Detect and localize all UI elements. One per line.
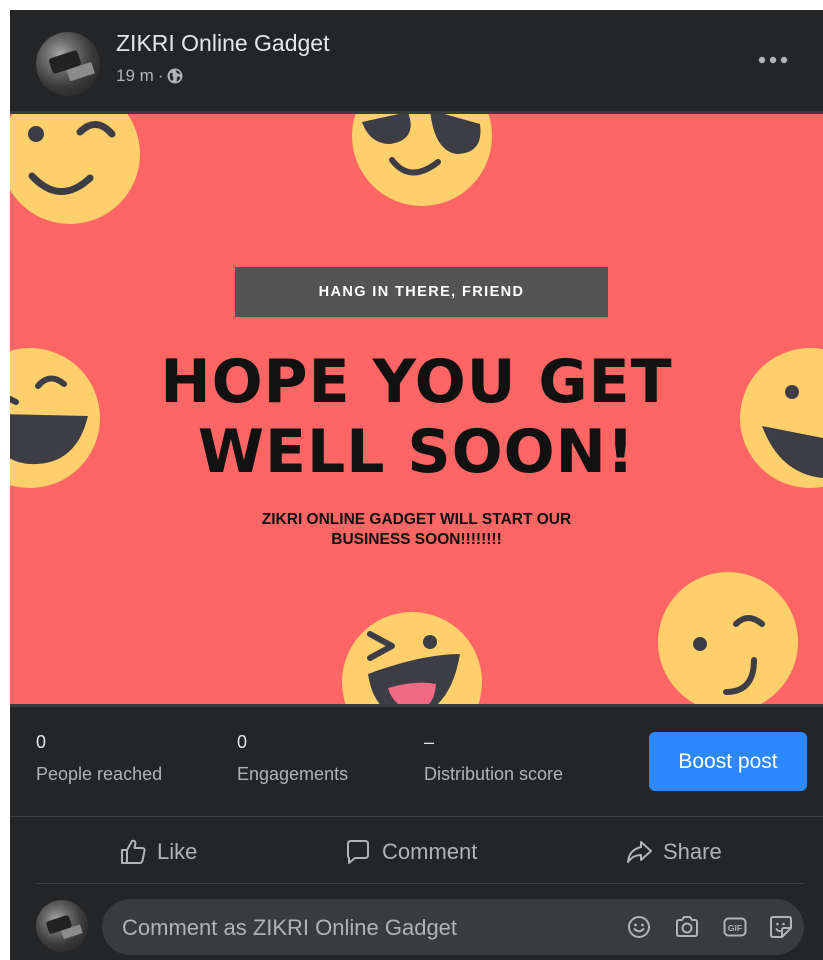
share-icon (627, 841, 652, 863)
sticker-icon[interactable] (768, 914, 794, 940)
post-time[interactable]: 19 m (116, 66, 154, 86)
headline-line-2: WELL SOON! (197, 417, 636, 487)
people-reached-label: People reached (36, 764, 163, 784)
subline-line-2: BUSINESS SOON!!!!!!!! (331, 531, 502, 548)
comment-label: Comment (382, 839, 478, 864)
like-button[interactable]: Like (119, 828, 197, 876)
subline-line-1: ZIKRI ONLINE GADGET WILL START OUR (261, 511, 572, 528)
comment-button[interactable]: Comment (344, 828, 477, 876)
divider (36, 883, 804, 884)
comment-placeholder: Comment as ZIKRI Online Gadget (122, 915, 458, 940)
comment-icon (347, 840, 369, 864)
more-dots-icon (758, 56, 788, 64)
wink-face-bottom-right (658, 572, 798, 704)
page-name[interactable]: ZIKRI Online Gadget (116, 30, 330, 57)
emoji-icon[interactable] (626, 914, 652, 940)
boost-post-button[interactable]: Boost post (649, 732, 807, 791)
share-button[interactable]: Share (625, 828, 722, 876)
image-headline: HOPE YOU GET WELL SOON! (10, 347, 823, 487)
tongue-out-face (342, 612, 482, 704)
wink-face-top-left (10, 114, 140, 224)
gif-icon[interactable]: GIF (722, 914, 748, 940)
image-subline: ZIKRI ONLINE GADGET WILL START OUR BUSIN… (10, 510, 823, 550)
stat-engagements[interactable]: 0 Engagements (237, 732, 348, 785)
stat-distribution-score[interactable]: – Distribution score (424, 732, 563, 785)
divider (10, 816, 823, 817)
post-image[interactable]: HANG IN THERE, FRIEND HOPE YOU GET WELL … (10, 111, 823, 707)
share-label: Share (663, 839, 722, 864)
like-label: Like (157, 839, 198, 864)
globe-icon[interactable] (167, 68, 183, 84)
post-meta: 19 m · (116, 66, 183, 86)
distribution-score-label: Distribution score (424, 764, 564, 784)
commenter-avatar[interactable] (36, 900, 88, 952)
meta-separator: · (157, 66, 164, 85)
engagements-label: Engagements (237, 764, 349, 784)
camera-icon[interactable] (674, 914, 700, 940)
stat-people-reached[interactable]: 0 People reached (36, 732, 162, 785)
more-options-button[interactable] (753, 48, 793, 72)
people-reached-value: 0 (36, 732, 47, 752)
distribution-score-value: – (424, 732, 435, 752)
headline-line-1: HOPE YOU GET (160, 347, 673, 417)
page-avatar[interactable] (36, 32, 100, 96)
svg-text:GIF: GIF (728, 923, 742, 933)
post-card: ZIKRI Online Gadget 19 m · HANG IN THERE… (10, 10, 823, 960)
comment-input[interactable]: Comment as ZIKRI Online Gadget GIF (102, 899, 804, 955)
image-banner: HANG IN THERE, FRIEND (235, 267, 608, 317)
like-icon (121, 839, 146, 864)
engagements-value: 0 (237, 732, 248, 752)
sunglasses-face (352, 114, 492, 206)
